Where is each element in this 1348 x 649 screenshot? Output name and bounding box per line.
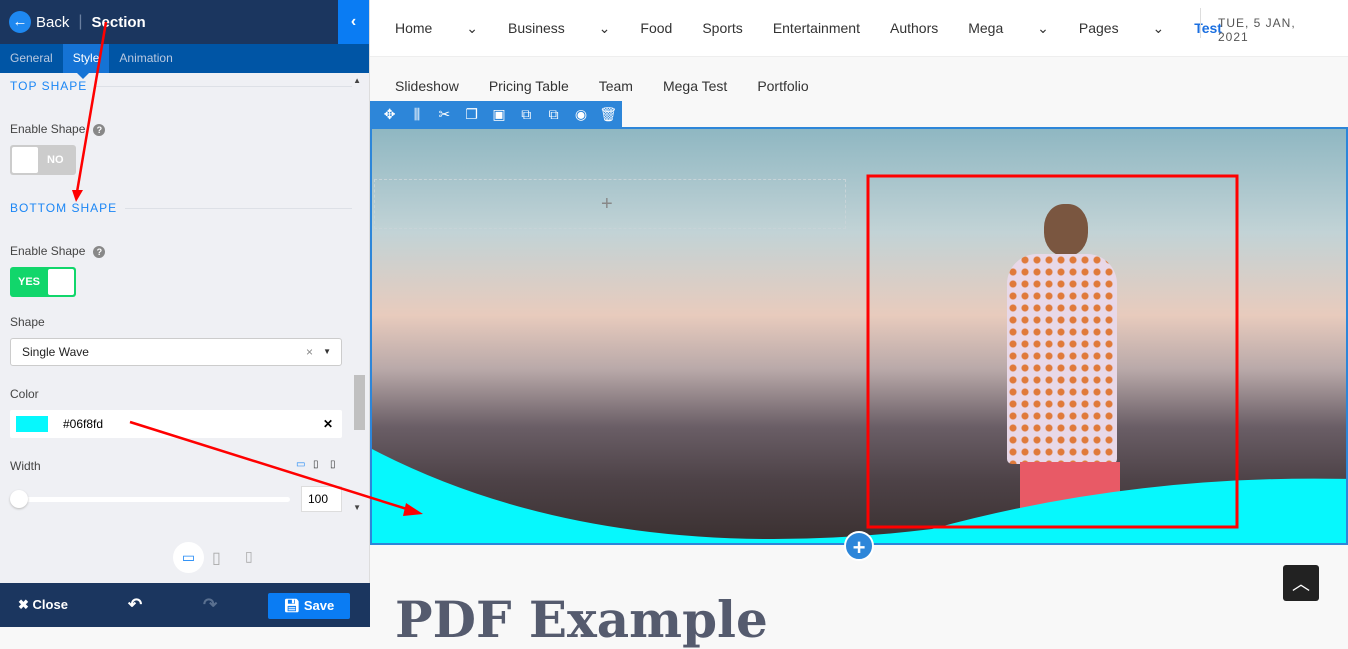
tablet-icon[interactable]: ▯ <box>313 459 319 470</box>
heading-text: TOP SHAPE <box>10 79 88 93</box>
panel-title: Section <box>91 13 146 31</box>
scroll-up-icon[interactable]: ▲ <box>353 76 361 85</box>
sidebar-footer: ✖ Close ↶ ↷ 💾︎ Save <box>0 583 370 627</box>
enable-shape-label: Enable Shape? <box>10 122 106 136</box>
device-mobile-icon[interactable]: ▯ <box>245 548 253 565</box>
nav-pages[interactable]: Pages ⌄ <box>1079 20 1164 37</box>
section-hero[interactable]: + <box>370 127 1348 545</box>
divider: | <box>78 13 83 30</box>
save-icon[interactable]: ▣ <box>485 106 512 123</box>
page-preview: Home ⌄ Business ⌄ Food Sports Entertainm… <box>370 0 1348 649</box>
paste-icon[interactable]: ⧉ <box>540 106 567 123</box>
sub-nav: Slideshow Pricing Table Team Mega Test P… <box>395 78 839 94</box>
chevron-down-icon[interactable]: ▼ <box>323 339 331 365</box>
color-swatch[interactable] <box>16 416 48 432</box>
nav-label: Pages <box>1078 19 1119 36</box>
device-desktop-icon[interactable]: ▭ <box>173 542 204 573</box>
toggle-label: NO <box>47 154 64 166</box>
save-icon: 💾︎ <box>283 598 301 613</box>
nav-label: Mega <box>968 19 1004 36</box>
color-value[interactable]: #06f8fd <box>63 410 103 438</box>
desktop-icon[interactable]: ▭ <box>296 459 305 470</box>
tab-general[interactable]: General <box>0 44 63 73</box>
scroll-top-button[interactable]: ︿ <box>1283 565 1319 601</box>
help-icon[interactable]: ? <box>93 124 106 136</box>
select-value: Single Wave <box>22 345 89 359</box>
subnav-team[interactable]: Team <box>599 78 633 94</box>
copy-icon[interactable]: ⧉ <box>513 106 540 123</box>
add-column-icon[interactable]: ⫼ <box>403 106 430 123</box>
scrollbar[interactable] <box>354 375 365 430</box>
close-icon: ✖ <box>18 597 29 612</box>
toggle-label: YES <box>18 276 41 288</box>
subnav-pricing-table[interactable]: Pricing Table <box>489 78 569 94</box>
device-tablet-icon[interactable]: ▯ <box>212 548 221 568</box>
subnav-mega-test[interactable]: Mega Test <box>663 78 727 94</box>
nav-home[interactable]: Home ⌄ <box>395 20 478 37</box>
close-label: Close <box>32 597 68 612</box>
settings-icon[interactable]: ✂ <box>431 106 458 123</box>
enable-shape-label: Enable Shape? <box>10 244 106 258</box>
move-icon[interactable]: ✥ <box>376 106 403 123</box>
section-toolbar: ✥ ⫼ ✂ ❐ ▣ ⧉ ⧉ ◉ 🗑︎ <box>370 101 622 128</box>
subnav-portfolio[interactable]: Portfolio <box>757 78 808 94</box>
toggle-knob <box>48 269 74 295</box>
nav-business[interactable]: Business ⌄ <box>508 20 610 37</box>
top-shape-heading: TOP SHAPE <box>10 79 352 93</box>
slider-handle[interactable] <box>10 490 28 508</box>
width-label: Width <box>10 459 41 473</box>
heading-text: BOTTOM SHAPE <box>10 201 118 215</box>
width-input[interactable]: 100 <box>301 486 342 512</box>
nav-authors[interactable]: Authors <box>890 20 938 36</box>
tabs: General Style Animation <box>0 44 369 79</box>
subnav-slideshow[interactable]: Slideshow <box>395 78 459 94</box>
visibility-icon[interactable]: ◉ <box>567 106 594 123</box>
color-field[interactable]: #06f8fd ✕ <box>10 410 342 438</box>
toggle-knob <box>12 147 38 173</box>
sidebar-header: ← Back | Section ‹ <box>0 0 369 44</box>
main-nav: Home ⌄ Business ⌄ Food Sports Entertainm… <box>370 0 1348 57</box>
collapse-button[interactable]: ‹ <box>338 0 369 44</box>
redo-icon[interactable]: ↷ <box>203 595 217 615</box>
undo-icon[interactable]: ↶ <box>128 595 142 615</box>
top-shape-toggle[interactable]: NO <box>10 145 76 175</box>
mobile-icon[interactable]: ▯ <box>330 459 336 470</box>
shape-select[interactable]: Single Wave × ▼ <box>10 338 342 366</box>
nav-sports[interactable]: Sports <box>702 20 742 36</box>
nav-food[interactable]: Food <box>640 20 672 36</box>
label-text: Enable Shape <box>10 244 86 258</box>
nav-mega[interactable]: Mega ⌄ <box>968 20 1049 37</box>
delete-icon[interactable]: 🗑︎ <box>595 106 622 123</box>
clear-icon[interactable]: × <box>306 339 313 365</box>
tab-style[interactable]: Style <box>62 44 110 79</box>
sidebar: ← Back | Section ‹ General Style Animati… <box>0 0 370 627</box>
nav-label: Business <box>507 19 565 36</box>
color-label: Color <box>10 387 39 401</box>
date: TUE, 5 JAN, 2021 <box>1218 16 1296 44</box>
label-text: Enable Shape <box>10 122 86 136</box>
duplicate-icon[interactable]: ❐ <box>458 106 485 123</box>
add-section-button[interactable]: + <box>844 531 874 561</box>
shape-label: Shape <box>10 315 45 329</box>
save-button[interactable]: 💾︎ Save <box>268 593 350 619</box>
scroll-down-icon[interactable]: ▼ <box>353 503 361 512</box>
content-heading: PDF Example <box>395 590 768 649</box>
back-button[interactable]: Back <box>36 14 69 31</box>
bottom-shape-toggle[interactable]: YES <box>10 267 76 297</box>
back-icon[interactable]: ← <box>9 11 31 33</box>
bottom-wave-shape <box>372 449 1346 543</box>
save-label: Save <box>303 598 335 613</box>
nav-entertainment[interactable]: Entertainment <box>773 20 860 36</box>
bottom-shape-heading: BOTTOM SHAPE <box>10 201 352 215</box>
close-button[interactable]: ✖ Close <box>18 597 68 613</box>
tab-animation[interactable]: Animation <box>109 44 182 73</box>
clear-color-icon[interactable]: ✕ <box>323 410 333 438</box>
nav-label: Home <box>395 19 433 36</box>
width-slider[interactable] <box>18 497 290 502</box>
help-icon[interactable]: ? <box>93 246 106 258</box>
